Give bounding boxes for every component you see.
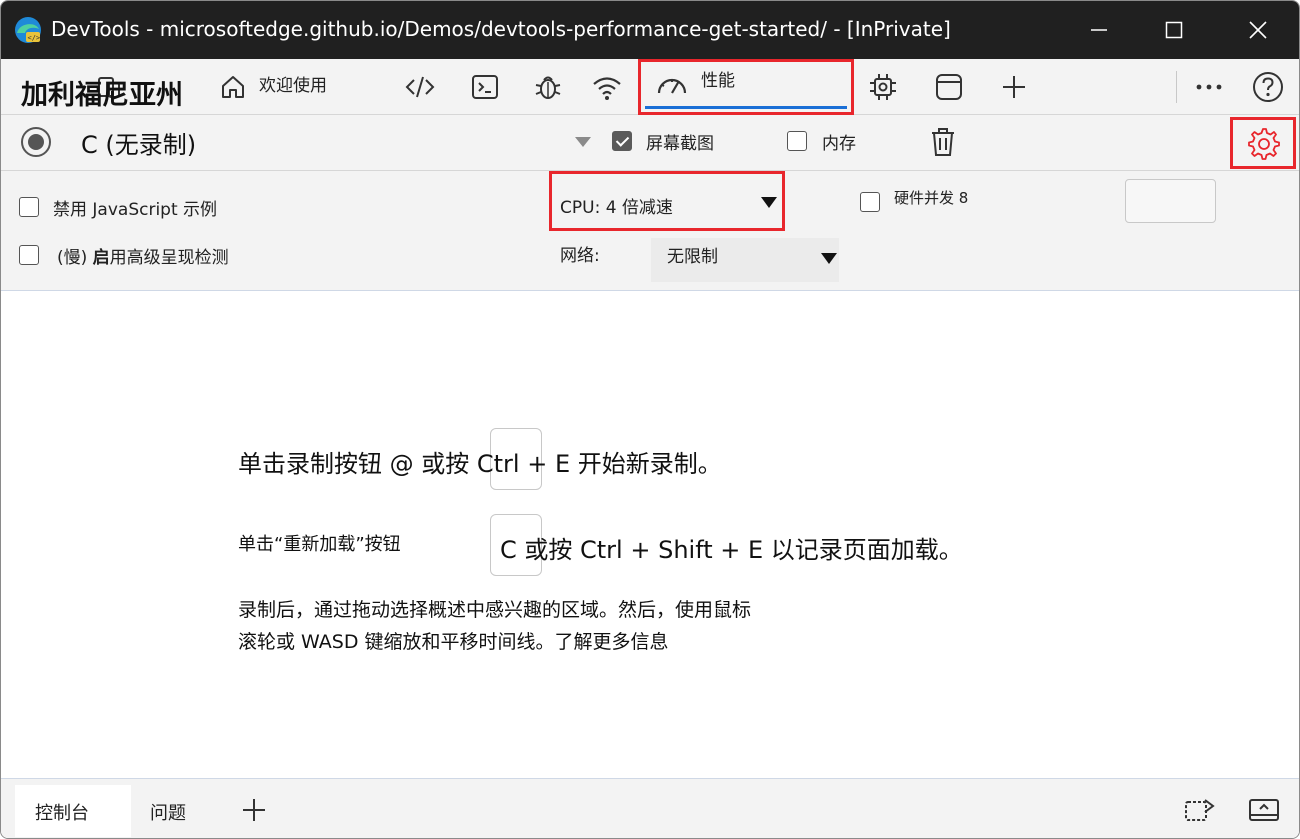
network-throttling-select[interactable]: 无限制 [651, 238, 839, 282]
close-icon [1249, 21, 1267, 39]
tab-welcome-label[interactable]: 欢迎使用 [259, 71, 327, 96]
more-dots-icon [1196, 84, 1222, 90]
screenshots-checkbox[interactable] [612, 131, 632, 151]
drawer-add-tool-button[interactable] [237, 795, 271, 825]
gauge-icon [657, 78, 687, 94]
plus-icon [243, 799, 265, 821]
instruction-record: 单击录制按钮 @ 或按 Ctrl + E 开始新录制。 [238, 450, 722, 478]
help-button[interactable] [1250, 69, 1286, 105]
rendering-stats-rest: 用高级呈现检测 [109, 248, 229, 268]
bug-icon [535, 76, 561, 99]
help-icon [1253, 72, 1283, 102]
dock-to-quick-view-button[interactable] [1183, 795, 1217, 825]
tab-network[interactable] [589, 69, 625, 105]
gear-icon [1248, 128, 1280, 160]
close-drawer-button[interactable] [1247, 795, 1281, 825]
cpu-dropdown-caret-icon [761, 197, 777, 208]
title-bar: </> DevTools - microsoftedge.github.io/D… [1, 1, 1299, 59]
devtools-tab-bar: 加利福尼亚州 欢迎使用 性能 [1, 59, 1299, 115]
window-icon [936, 74, 962, 100]
plus-icon [1003, 76, 1025, 98]
hardware-concurrency-input[interactable] [1125, 179, 1216, 223]
memory-checkbox[interactable] [787, 131, 807, 151]
network-throttling-value: 无限制 [667, 247, 718, 267]
network-label: 网络: [560, 246, 600, 266]
performance-toolbar: C (无录制) 屏幕截图 内存 [1, 115, 1299, 171]
tab-separator [1176, 71, 1177, 103]
hardware-concurrency-label: 硬件并发 8 [894, 189, 969, 207]
drawer-tab-issues[interactable]: 问题 [150, 799, 186, 825]
location-overlay-title: 加利福尼亚州 [21, 80, 183, 111]
cpu-throttling-select[interactable]: CPU: 4 倍减速 [549, 171, 785, 231]
svg-text:</>: </> [28, 34, 41, 42]
network-dropdown-caret-icon [821, 253, 837, 264]
record-button[interactable] [21, 127, 51, 157]
tab-welcome[interactable] [215, 69, 251, 105]
recording-dropdown-caret-icon[interactable] [575, 137, 591, 147]
tab-performance[interactable]: 性能 [638, 59, 854, 115]
dock-quick-view-icon [1185, 799, 1215, 821]
disable-js-samples-label: 禁用 JavaScript 示例 [53, 200, 218, 220]
trash-icon[interactable] [927, 125, 959, 159]
wifi-icon [593, 77, 621, 100]
drawer-tab-bar: 控制台 问题 [1, 778, 1299, 838]
customize-menu-button[interactable] [1191, 69, 1227, 105]
window-title: DevTools - microsoftedge.github.io/Demos… [51, 17, 951, 41]
rendering-stats-prefix: (慢) [57, 248, 88, 268]
capture-settings-button[interactable] [1230, 117, 1296, 169]
tab-application[interactable] [931, 69, 967, 105]
record-icon [28, 134, 44, 150]
active-tab-indicator [645, 106, 847, 109]
drawer-tab-console-label[interactable]: 控制台 [35, 799, 89, 825]
more-tools-button[interactable] [996, 69, 1032, 105]
instruction-zoom-pan: 滚轮或 WASD 键缩放和平移时间线。了解更多信息 [238, 631, 669, 653]
cpu-throttling-value: CPU: 4 倍减速 [560, 198, 673, 218]
tab-memory[interactable] [865, 69, 901, 105]
maximize-button[interactable] [1154, 11, 1194, 49]
console-icon [472, 75, 498, 99]
minimize-icon [1091, 29, 1107, 31]
close-button[interactable] [1238, 11, 1278, 49]
code-icon [405, 76, 435, 98]
edge-dev-icon: </> [15, 17, 41, 43]
enable-rendering-stats-label: (慢) 启用高级呈现检测 [57, 243, 229, 268]
rendering-stats-bold: 启 [92, 248, 110, 268]
home-icon [222, 76, 244, 98]
enable-rendering-stats-checkbox[interactable] [19, 245, 39, 265]
instruction-reload-suffix: C 或按 Ctrl + Shift + E 以记录页面加载。 [500, 536, 963, 564]
maximize-icon [1165, 21, 1183, 39]
recording-selector[interactable]: C (无录制) [81, 125, 196, 160]
tab-console[interactable] [467, 69, 503, 105]
tab-performance-label: 性能 [701, 71, 735, 91]
tab-elements[interactable] [402, 69, 438, 105]
instruction-reload-prefix: 单击“重新加载”按钮 [238, 534, 401, 555]
drawer-collapse-icon [1249, 799, 1279, 821]
disable-js-samples-checkbox[interactable] [19, 197, 39, 217]
memory-label: 内存 [822, 134, 856, 154]
chip-icon [870, 74, 896, 100]
devtools-window: </> DevTools - microsoftedge.github.io/D… [0, 0, 1300, 839]
minimize-button[interactable] [1079, 11, 1119, 49]
performance-landing-page: 单击录制按钮 @ 或按 Ctrl + E 开始新录制。 单击“重新加载”按钮 C… [1, 292, 1299, 778]
instruction-after-recording: 录制后，通过拖动选择概述中感兴趣的区域。然后，使用鼠标 [238, 599, 752, 621]
screenshots-label: 屏幕截图 [646, 134, 714, 154]
hardware-concurrency-checkbox[interactable] [860, 192, 880, 212]
tab-sources[interactable] [530, 69, 566, 105]
